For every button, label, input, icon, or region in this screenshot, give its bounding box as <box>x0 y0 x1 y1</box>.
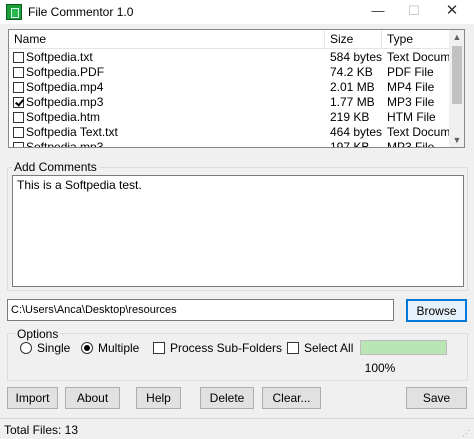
scroll-thumb[interactable] <box>452 46 462 104</box>
list-item[interactable]: Softpedia.mp3 1.77 MB MP3 File <box>9 95 449 110</box>
file-type: Text Docume <box>387 50 449 64</box>
list-item[interactable]: Softpedia.PDF 74.2 KB PDF File <box>9 65 449 80</box>
about-button[interactable]: About <box>65 387 120 409</box>
save-button[interactable]: Save <box>406 387 467 409</box>
comments-group-label: Add Comments <box>12 160 99 174</box>
file-name: Softpedia Text.txt <box>26 125 118 139</box>
import-button[interactable]: Import <box>7 387 58 409</box>
multiple-radio[interactable]: Multiple <box>81 341 151 355</box>
row-checkbox[interactable] <box>13 112 24 123</box>
file-size: 584 bytes <box>330 50 382 64</box>
list-item[interactable]: Softpedia.mp4 2.01 MB MP4 File <box>9 80 449 95</box>
checkbox-box[interactable] <box>287 342 299 354</box>
file-name: Softpedia.mp4 <box>26 80 104 94</box>
file-size: 74.2 KB <box>330 65 373 79</box>
list-item[interactable]: Softpedia.mp3 197 KB MP3 File <box>9 140 449 148</box>
list-item[interactable]: Softpedia.txt 584 bytes Text Docume <box>9 50 449 65</box>
process-subfolders-checkbox[interactable]: Process Sub-Folders <box>153 341 283 355</box>
select-all-label: Select All <box>304 341 354 355</box>
column-header-type[interactable]: Type <box>382 30 449 49</box>
process-subfolders-label: Process Sub-Folders <box>170 341 283 355</box>
list-item[interactable]: Softpedia Text.txt 464 bytes Text Docume <box>9 125 449 140</box>
file-size: 464 bytes <box>330 125 382 139</box>
file-list[interactable]: Name Size Type Softpedia.txt 584 bytes T… <box>8 29 465 148</box>
file-size: 1.77 MB <box>330 95 375 109</box>
file-name: Softpedia.PDF <box>26 65 105 79</box>
file-type: MP3 File <box>387 140 435 148</box>
row-checkbox[interactable] <box>13 82 24 93</box>
resize-grip-icon[interactable]: ⋰ <box>462 430 472 438</box>
file-name: Softpedia.htm <box>26 110 101 124</box>
single-radio[interactable]: Single <box>20 341 80 355</box>
app-icon <box>6 4 22 20</box>
path-field[interactable]: C:\Users\Anca\Desktop\resources <box>7 299 394 321</box>
row-checkbox[interactable] <box>13 67 24 78</box>
window-title: File Commentor 1.0 <box>28 5 134 19</box>
help-button[interactable]: Help <box>136 387 181 409</box>
progress-percent: 100% <box>364 361 396 375</box>
multiple-radio-label: Multiple <box>98 341 140 355</box>
column-header-name[interactable]: Name <box>9 30 325 49</box>
file-type: HTM File <box>387 110 436 124</box>
file-size: 219 KB <box>330 110 370 124</box>
list-rows: Softpedia.txt 584 bytes Text Docume Soft… <box>9 50 449 148</box>
row-checkbox[interactable] <box>13 142 24 147</box>
checkbox-box[interactable] <box>153 342 165 354</box>
select-all-checkbox[interactable]: Select All <box>287 341 357 355</box>
clear-button[interactable]: Clear... <box>262 387 321 409</box>
scroll-up-arrow-icon[interactable]: ▲ <box>449 30 464 44</box>
radio-circle[interactable] <box>81 342 93 354</box>
vertical-scrollbar[interactable]: ▲ ▼ <box>449 30 464 147</box>
close-button[interactable]: ✕ <box>436 0 468 24</box>
row-checkbox[interactable] <box>13 52 24 63</box>
column-header-size[interactable]: Size <box>325 30 382 49</box>
file-type: PDF File <box>387 65 434 79</box>
list-item[interactable]: Softpedia.htm 219 KB HTM File <box>9 110 449 125</box>
progress-fill <box>361 341 446 354</box>
progress-bar <box>360 340 447 355</box>
minimize-button[interactable]: — <box>362 0 394 24</box>
file-type: MP4 File <box>387 80 435 94</box>
row-checkbox[interactable] <box>13 127 24 138</box>
row-checkbox[interactable] <box>13 97 24 108</box>
delete-button[interactable]: Delete <box>200 387 254 409</box>
file-name: Softpedia.txt <box>26 50 93 64</box>
list-header: Name Size Type <box>9 30 449 49</box>
single-radio-label: Single <box>37 341 71 355</box>
comments-textarea[interactable]: This is a Softpedia test. <box>12 175 464 287</box>
options-group-label: Options <box>15 327 61 341</box>
file-name: Softpedia.mp3 <box>26 140 104 148</box>
browse-button[interactable]: Browse <box>406 299 467 322</box>
scroll-down-arrow-icon[interactable]: ▼ <box>449 133 464 147</box>
radio-circle[interactable] <box>20 342 32 354</box>
file-type: Text Docume <box>387 125 449 139</box>
total-files-status: Total Files: 13 <box>4 423 79 437</box>
file-name: Softpedia.mp3 <box>26 95 104 109</box>
file-type: MP3 File <box>387 95 435 109</box>
file-size: 2.01 MB <box>330 80 375 94</box>
maximize-button[interactable]: ☐ <box>398 0 430 24</box>
file-size: 197 KB <box>330 140 370 148</box>
